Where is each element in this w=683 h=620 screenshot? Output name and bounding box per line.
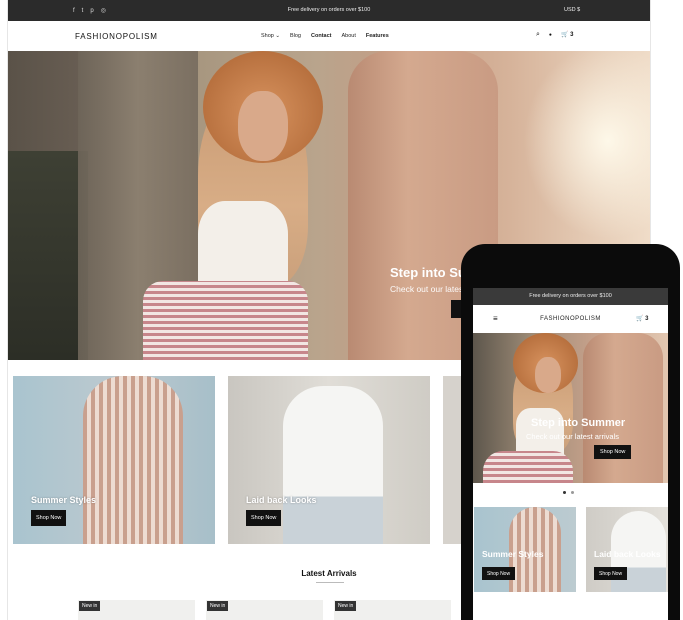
shop-now-button[interactable]: Shop Now: [246, 510, 282, 526]
hero-title: Step into Su: [390, 265, 466, 280]
phone-promo-bar: Free delivery on orders over $100: [473, 288, 668, 305]
nav-item-contact[interactable]: Contact: [311, 33, 331, 39]
hero-background-trees: [8, 151, 88, 360]
promo-text: Free delivery on orders over $100: [287, 7, 371, 13]
marketing-composite: f t p ◎ Free delivery on orders over $10…: [0, 0, 683, 620]
site-logo[interactable]: FASHIONOPOLISM: [75, 32, 158, 41]
hero-caption: Step into Su Check out our lates: [390, 265, 466, 294]
phone-card-summer[interactable]: Summer Styles Shop Now: [474, 507, 576, 592]
phone-screen: Free delivery on orders over $100 ≡ FASH…: [473, 288, 668, 620]
currency-selector[interactable]: USD $: [564, 7, 580, 13]
announcement-bar: f t p ◎ Free delivery on orders over $10…: [8, 0, 650, 21]
cart-icon[interactable]: 🛒 3: [636, 315, 648, 322]
shop-now-button[interactable]: Shop Now: [594, 567, 628, 580]
phone-hero-shop-button[interactable]: Shop Now: [594, 445, 632, 459]
phone-card-laidback[interactable]: Laid back Looks Shop Now: [586, 507, 668, 592]
laidback-model-image: [283, 386, 383, 544]
search-icon[interactable]: ⌕: [536, 31, 540, 39]
header-icons: ⌕ ● 🛒 3: [536, 31, 573, 39]
hero-subtitle: Check out our lates: [390, 284, 464, 294]
hero-model-image: [143, 51, 323, 360]
main-menu: Shop ⌄ Blog Contact About Features: [261, 33, 389, 39]
phone-header: ≡ FASHIONOPOLISM 🛒 3: [473, 305, 668, 333]
collection-card-summer[interactable]: Summer Styles Shop Now: [13, 376, 215, 544]
card-title: Laid back Looks: [594, 549, 661, 559]
heading-underline: [316, 582, 344, 583]
phone-hero: Step into Summer Check out our latest ar…: [473, 333, 668, 483]
phone-hero-subtitle: Check out our latest arrivals: [526, 432, 619, 441]
card-title: Laid back Looks: [246, 495, 317, 505]
nav-item-about[interactable]: About: [341, 33, 355, 39]
card-title: Summer Styles: [482, 549, 544, 559]
new-in-badge: New in: [335, 601, 357, 611]
new-in-badge: New in: [79, 601, 101, 611]
phone-hero-title: Step into Summer: [531, 417, 626, 429]
main-header: FASHIONOPOLISM Shop ⌄ Blog Contact About…: [8, 21, 650, 51]
shop-now-button[interactable]: Shop Now: [482, 567, 516, 580]
nav-item-shop[interactable]: Shop ⌄: [261, 33, 280, 39]
phone-hero-model-image: [483, 333, 578, 483]
nav-item-blog[interactable]: Blog: [290, 33, 301, 39]
collection-card-partial[interactable]: [443, 376, 463, 544]
nav-item-features[interactable]: Features: [366, 33, 389, 39]
collection-card-laidback[interactable]: Laid back Looks Shop Now: [228, 376, 430, 544]
shop-now-button[interactable]: Shop Now: [31, 510, 67, 526]
summer-model-image: [83, 376, 183, 544]
slider-dots: [563, 491, 574, 494]
new-in-badge: New in: [207, 601, 229, 611]
card-title: Summer Styles: [31, 495, 97, 505]
slider-dot-active[interactable]: [563, 491, 566, 494]
cart-icon[interactable]: 🛒 3: [561, 31, 573, 39]
account-icon[interactable]: ●: [549, 32, 552, 39]
slider-dot[interactable]: [571, 491, 574, 494]
phone-mockup: Free delivery on orders over $100 ≡ FASH…: [461, 244, 680, 620]
